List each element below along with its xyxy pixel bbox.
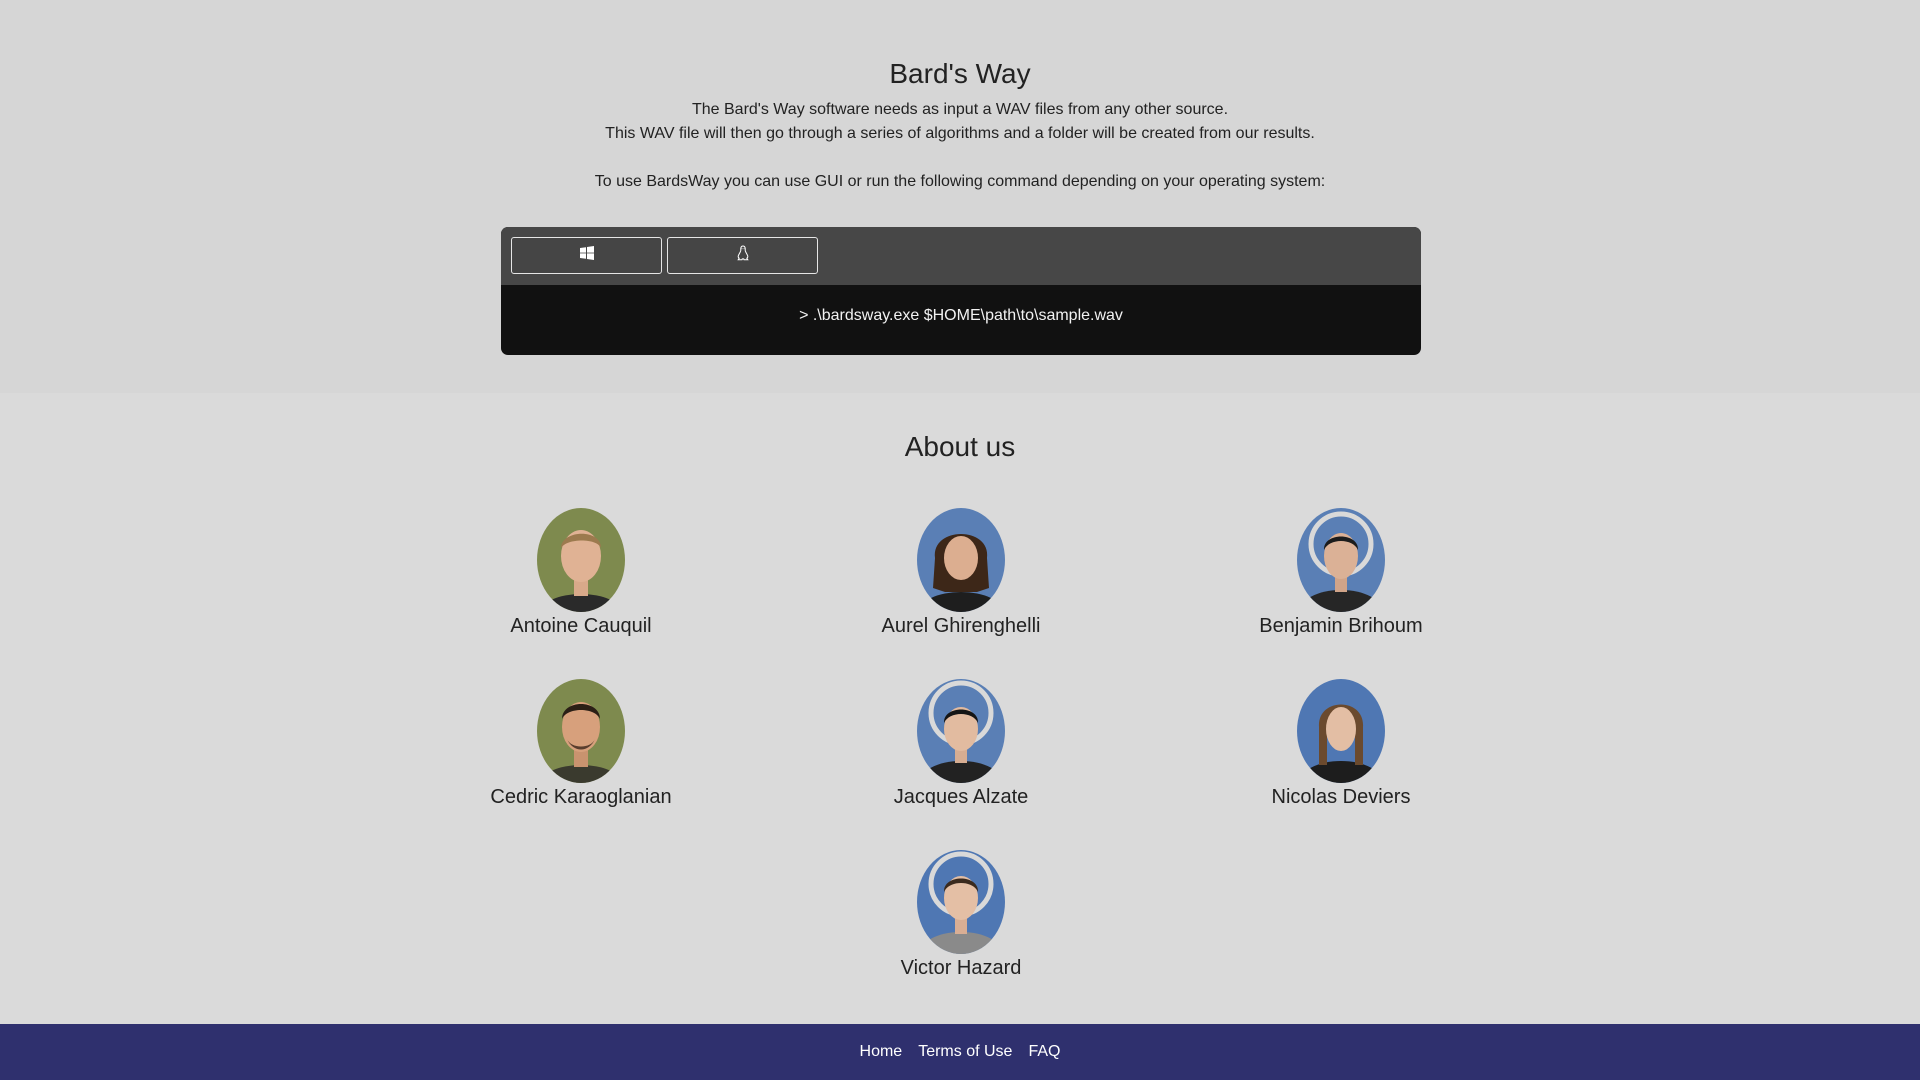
team-member-card: Aurel Ghirenghelli xyxy=(801,508,1121,638)
member-name: Aurel Ghirenghelli xyxy=(881,615,1041,637)
footer-link-terms[interactable]: Terms of Use xyxy=(918,1043,1012,1061)
command-text: > .\bardsway.exe $HOME\path\to\sample.wa… xyxy=(799,307,1123,324)
avatar xyxy=(917,679,1005,783)
description-line-1: The Bard's Way software needs as input a… xyxy=(691,101,1229,118)
team-member-card: Jacques Alzate xyxy=(801,679,1121,809)
page-title: Bard's Way xyxy=(889,58,1031,89)
usage-instruction: To use BardsWay you can use GUI or run t… xyxy=(594,173,1326,190)
team-member-card: Cedric Karaoglanian xyxy=(421,679,741,809)
member-name: Antoine Cauquil xyxy=(510,615,652,637)
team-member-card: Nicolas Deviers xyxy=(1181,679,1501,809)
member-name: Benjamin Brihoum xyxy=(1259,615,1423,637)
footer-link-faq[interactable]: FAQ xyxy=(1028,1043,1060,1061)
avatar xyxy=(917,850,1005,954)
description-line-2: This WAV file will then go through a ser… xyxy=(605,125,1315,142)
avatar xyxy=(537,508,625,612)
about-title: About us xyxy=(904,431,1016,462)
team-member-card: Victor Hazard xyxy=(801,850,1121,980)
os-tab-bar xyxy=(501,227,1421,285)
member-name: Cedric Karaoglanian xyxy=(490,786,672,808)
linux-tab-button[interactable] xyxy=(667,237,818,274)
member-name: Nicolas Deviers xyxy=(1271,786,1411,808)
avatar xyxy=(1297,679,1385,783)
linux-tux-icon xyxy=(736,245,750,266)
avatar xyxy=(537,679,625,783)
footer: Home Terms of Use FAQ xyxy=(0,1024,1920,1080)
team-member-card: Benjamin Brihoum xyxy=(1181,508,1501,638)
member-name: Victor Hazard xyxy=(900,957,1022,979)
about-section: About us Antoine Cauquil Aurel Ghirenghe… xyxy=(0,393,1920,1024)
footer-link-home[interactable]: Home xyxy=(860,1043,903,1061)
command-terminal: > .\bardsway.exe $HOME\path\to\sample.wa… xyxy=(501,227,1421,355)
windows-tab-button[interactable] xyxy=(511,237,662,274)
member-name: Jacques Alzate xyxy=(893,786,1029,808)
windows-icon xyxy=(579,246,594,265)
avatar xyxy=(1297,508,1385,612)
avatar xyxy=(917,508,1005,612)
team-member-card: Antoine Cauquil xyxy=(421,508,741,638)
hero-section: Bard's Way The Bard's Way software needs… xyxy=(0,0,1920,393)
